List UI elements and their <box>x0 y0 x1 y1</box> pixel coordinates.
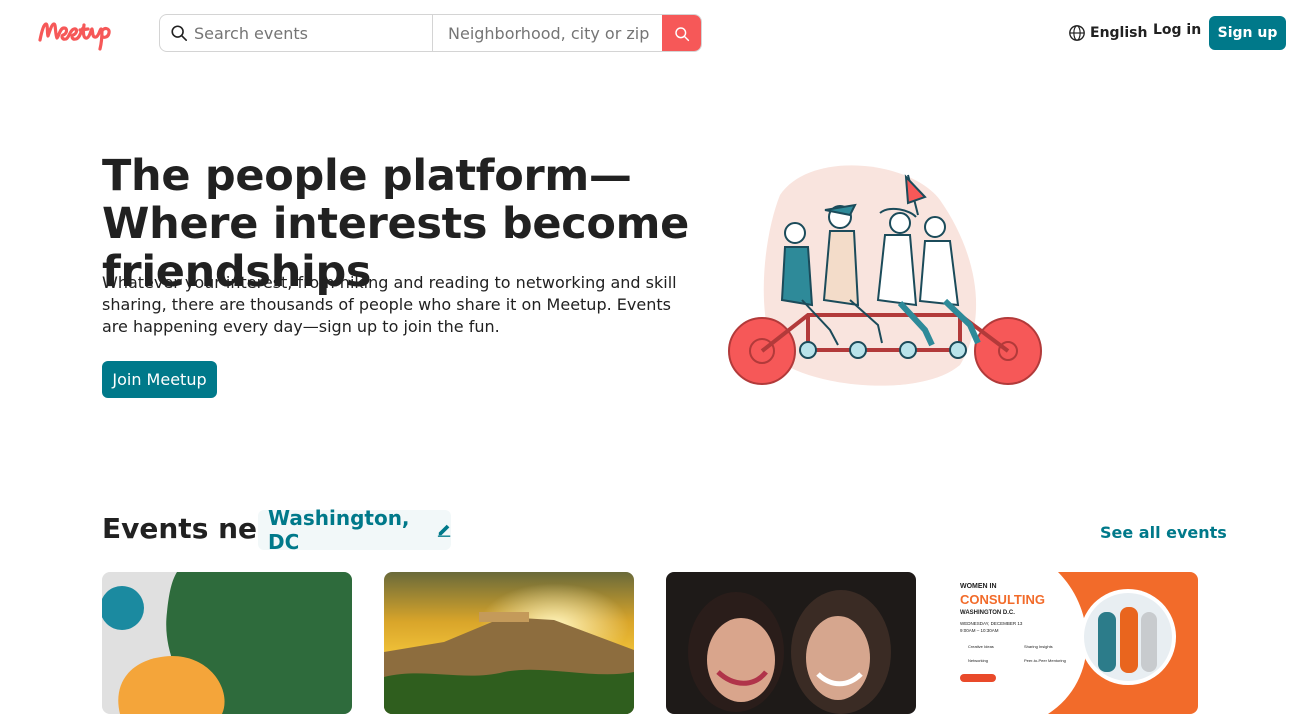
search-input[interactable] <box>194 23 424 43</box>
location-label: Washington, DC <box>268 506 410 554</box>
event-card[interactable] <box>384 572 634 714</box>
event-search-field[interactable] <box>160 15 433 51</box>
tandem-bike-illustration <box>728 165 1042 386</box>
event-card[interactable] <box>102 572 352 714</box>
flyer-time: 9:00AM – 10:30AM <box>960 628 999 633</box>
see-all-events-link[interactable]: See all events <box>1100 523 1227 542</box>
login-link[interactable]: Log in <box>1153 22 1201 38</box>
search-icon <box>171 25 188 42</box>
flyer-line2: CONSULTING <box>960 592 1045 607</box>
meetup-logo[interactable] <box>36 12 126 52</box>
event-card-image: WOMEN IN CONSULTING WASHINGTON D.C. WEDN… <box>948 572 1198 714</box>
language-label: English <box>1090 25 1148 41</box>
flyer-item2: Sharing Insights <box>1024 644 1053 649</box>
signup-button[interactable]: Sign up <box>1209 16 1286 50</box>
search-submit-button[interactable] <box>662 15 701 51</box>
event-card-image <box>384 572 634 714</box>
flyer-item4: Peer-to-Peer Mentoring <box>1024 658 1066 663</box>
globe-icon <box>1069 25 1085 41</box>
hero-description: Whatever your interest, from hiking and … <box>102 273 677 336</box>
event-card-image <box>666 572 916 714</box>
location-input[interactable] <box>448 23 658 43</box>
location-search-field[interactable] <box>433 15 662 51</box>
flyer-line1: WOMEN IN <box>960 583 997 590</box>
search-bar <box>159 14 702 52</box>
flyer-item3: Networking <box>968 658 988 663</box>
search-icon <box>674 27 689 42</box>
edit-pencil-icon <box>437 524 451 537</box>
flyer-item1: Creative Ideas <box>968 644 994 649</box>
event-card-image <box>102 572 352 714</box>
join-meetup-button[interactable]: Join Meetup <box>102 361 217 398</box>
flyer-date: WEDNESDAY, DECEMBER 13 <box>960 621 1023 626</box>
top-header: English Log in Sign up <box>0 0 1300 66</box>
event-card[interactable]: WOMEN IN CONSULTING WASHINGTON D.C. WEDN… <box>948 572 1198 714</box>
flyer-line3: WASHINGTON D.C. <box>960 610 1015 616</box>
language-selector[interactable]: English <box>1068 22 1147 44</box>
event-card[interactable] <box>666 572 916 714</box>
location-selector[interactable]: Washington, DC <box>258 506 451 554</box>
